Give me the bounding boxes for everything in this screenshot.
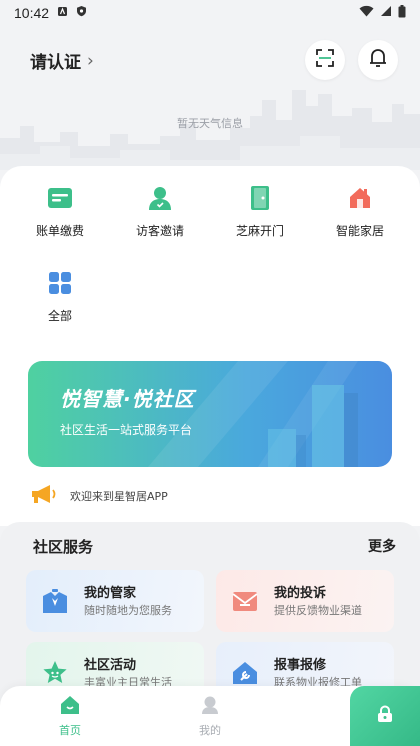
notice-bar[interactable]: 欢迎来到星智居APP (30, 484, 168, 507)
unlock-fab-button[interactable] (350, 686, 420, 746)
weather-text: 暂无天气信息 (177, 117, 243, 130)
card-title: 我的投诉 (274, 586, 327, 601)
scan-icon (315, 48, 335, 72)
banner-decoration (148, 361, 358, 467)
lock-icon (377, 705, 393, 727)
quick-action-label: 账单缴费 (35, 224, 84, 238)
megaphone-icon (30, 484, 60, 507)
promo-banner[interactable]: 悦智慧·悦社区 社区生活一站式服务平台 (28, 361, 392, 467)
quick-action-smart-home[interactable]: 智能家居 (315, 183, 405, 239)
activity-icon (40, 658, 70, 688)
quick-action-bill[interactable]: 账单缴费 (15, 183, 105, 239)
card-title: 社区活动 (84, 658, 137, 673)
banner-subtitle: 社区生活一站式服务平台 (60, 423, 193, 437)
quick-action-all[interactable]: 全部 (15, 268, 105, 324)
quick-action-visitor[interactable]: 访客邀请 (115, 183, 205, 239)
tab-label: 首页 (59, 724, 81, 737)
bell-icon (368, 47, 388, 73)
status-bar: 10:42 (0, 0, 420, 26)
scan-button[interactable] (305, 40, 345, 80)
visitor-icon (145, 183, 175, 213)
shield-icon (76, 5, 87, 21)
sim-icon (57, 6, 68, 21)
butler-icon (40, 586, 70, 616)
service-card-complaint[interactable]: 我的投诉 提供反馈物业渠道 (216, 570, 394, 632)
service-card-butler[interactable]: 我的管家 随时随地为您服务 (26, 570, 204, 632)
notification-button[interactable] (358, 40, 398, 80)
door-icon (245, 183, 275, 213)
certify-label: 请认证 (30, 53, 81, 73)
banner-title: 悦智慧·悦社区 (60, 387, 195, 411)
quick-action-label: 芝麻开门 (235, 224, 284, 238)
tab-profile[interactable]: 我的 (170, 694, 250, 738)
services-title: 社区服务 (33, 538, 94, 556)
card-title: 我的管家 (84, 586, 137, 601)
profile-icon (199, 694, 221, 716)
card-subtitle: 提供反馈物业渠道 (274, 604, 362, 617)
card-subtitle: 随时随地为您服务 (84, 604, 172, 617)
signal-icon (380, 5, 392, 21)
services-more-link[interactable]: 更多 (368, 536, 396, 556)
certify-link[interactable]: 请认证 › (30, 48, 94, 74)
quick-action-label: 访客邀请 (135, 224, 184, 238)
status-time: 10:42 (14, 5, 50, 21)
home-icon (59, 694, 81, 716)
wifi-icon (359, 5, 374, 21)
smart-home-icon (345, 183, 375, 213)
complaint-icon (230, 586, 260, 616)
repair-icon (230, 658, 260, 688)
notice-text: 欢迎来到星智居APP (70, 489, 168, 503)
quick-action-door[interactable]: 芝麻开门 (215, 183, 305, 239)
quick-actions-panel: 账单缴费 访客邀请 芝麻开门 智能家居 全部 (0, 166, 420, 526)
battery-icon (398, 4, 406, 22)
quick-action-label: 全部 (47, 309, 72, 323)
quick-action-label: 智能家居 (335, 224, 384, 238)
header: 请认证 › 暂无天气信息 (0, 26, 420, 170)
bill-icon (45, 183, 75, 213)
card-title: 报事报修 (274, 658, 327, 673)
tab-label: 我的 (199, 724, 221, 737)
tab-home[interactable]: 首页 (30, 694, 110, 738)
grid-icon (45, 268, 75, 298)
chevron-right-icon: › (87, 50, 94, 71)
